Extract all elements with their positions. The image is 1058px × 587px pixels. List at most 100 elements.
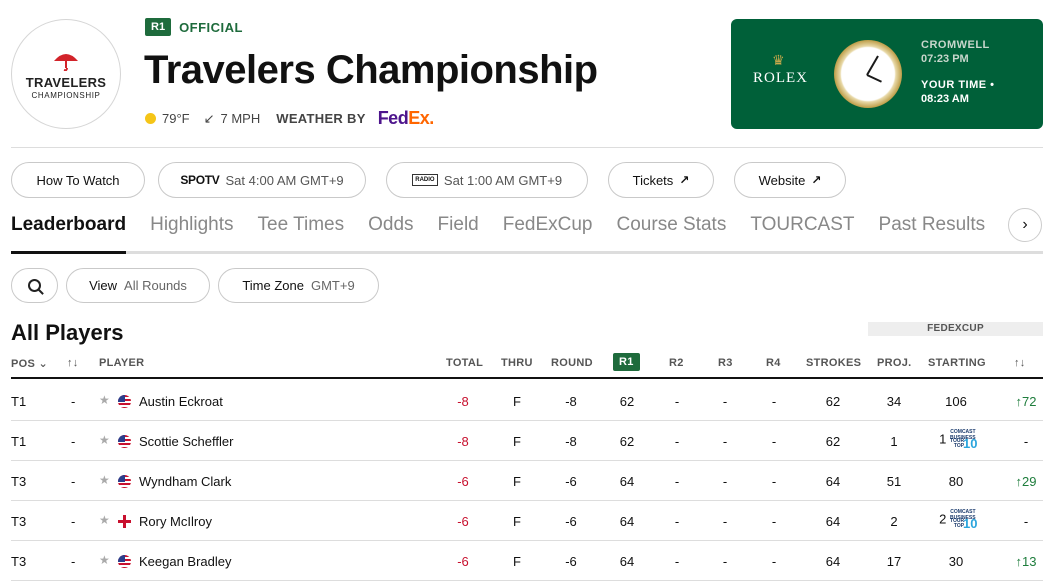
col-r4[interactable]: R4: [766, 357, 781, 369]
status-label: OFFICIAL: [179, 19, 243, 35]
r3-score: -: [722, 394, 728, 409]
fedexcup-projected: 1: [890, 434, 898, 449]
col-strokes: STROKES: [806, 357, 862, 369]
position: T3: [11, 474, 27, 489]
your-time: 08:23 AM: [921, 93, 969, 105]
fedexcup-starting: 80: [948, 474, 964, 489]
umbrella-icon: [54, 53, 78, 71]
website-button[interactable]: Website ↗: [734, 162, 846, 198]
total-score: -6: [457, 474, 469, 489]
r4-score: -: [771, 394, 777, 409]
favorite-star-icon[interactable]: ★: [99, 393, 110, 407]
fedexcup-change: ↑29: [1015, 474, 1037, 489]
fedexcup-starting: 2 COMCAST BUSINESS TOUR TOP 10: [939, 509, 978, 531]
favorite-star-icon[interactable]: ★: [99, 513, 110, 527]
col-r1[interactable]: R1: [613, 353, 640, 371]
event-logo: TRAVELERS CHAMPIONSHIP: [11, 19, 121, 129]
radio-time: Sat 1:00 AM GMT+9: [443, 172, 563, 188]
tab-leaderboard[interactable]: Leaderboard: [11, 206, 127, 254]
tab-tourcast[interactable]: TOURCAST: [750, 206, 854, 254]
table-row[interactable]: T3 - ★ Rory McIlroy -6 F -6 64 - - - 64 …: [11, 501, 1043, 541]
your-time-label: YOUR TIME •: [921, 79, 995, 91]
tv-network-icon: SPOTV: [180, 173, 220, 187]
total-score: -6: [457, 514, 469, 529]
position-move: -: [71, 514, 76, 529]
fedexcup-change: -: [1023, 434, 1029, 449]
r4-score: -: [771, 474, 777, 489]
view-filter-value: All Rounds: [124, 278, 187, 293]
rolex-brand: ROLEX: [753, 70, 808, 86]
tab-field[interactable]: Field: [438, 206, 479, 254]
thru: F: [513, 554, 521, 569]
us-flag-icon: [118, 394, 131, 409]
fedexcup-projected: 17: [886, 554, 902, 569]
r2-score: -: [674, 394, 680, 409]
player-name[interactable]: Wyndham Clark: [139, 474, 231, 489]
position-move: -: [71, 394, 76, 409]
r2-score: -: [674, 554, 680, 569]
player-name[interactable]: Rory McIlroy: [139, 514, 212, 529]
local-city: CROMWELL: [921, 39, 990, 51]
fedexcup-starting: 1 COMCAST BUSINESS TOUR TOP 10: [939, 429, 978, 451]
position-move: -: [71, 434, 76, 449]
fedexcup-change: ↑72: [1015, 394, 1037, 409]
table-row[interactable]: T1 - ★ Austin Eckroat -8 F -8 62 - - - 6…: [11, 381, 1043, 421]
r3-score: -: [722, 554, 728, 569]
tickets-label: Tickets: [632, 172, 674, 188]
player-name[interactable]: Keegan Bradley: [139, 554, 232, 569]
table-row[interactable]: T3 - ★ Wyndham Clark -6 F -6 64 - - - 64…: [11, 461, 1043, 501]
sort-icon[interactable]: ↑↓: [1014, 357, 1026, 369]
col-r2[interactable]: R2: [669, 357, 684, 369]
tab-course-stats[interactable]: Course Stats: [617, 206, 727, 254]
comcast-top10-icon: COMCAST BUSINESS TOUR TOP 10: [950, 429, 978, 451]
tab-past-results[interactable]: Past Results: [879, 206, 986, 254]
table-row[interactable]: T3 - ★ Keegan Bradley -6 F -6 64 - - - 6…: [11, 541, 1043, 581]
page-title: Travelers Championship: [144, 48, 598, 92]
strokes: 62: [825, 394, 841, 409]
table-row[interactable]: T1 - ★ Scottie Scheffler -8 F -8 62 - - …: [11, 421, 1043, 461]
tab-fedexcup[interactable]: FedExCup: [503, 206, 593, 254]
sort-icon[interactable]: ↑↓: [67, 357, 79, 369]
view-filter-label: View: [89, 278, 118, 293]
radio-icon: RADIO: [411, 174, 438, 186]
thru: F: [513, 514, 521, 529]
r1-score: 64: [619, 554, 635, 569]
divider: [11, 147, 1043, 148]
favorite-star-icon[interactable]: ★: [99, 433, 110, 447]
search-button[interactable]: [11, 268, 58, 303]
col-player: PLAYER: [99, 357, 145, 369]
player-name[interactable]: Scottie Scheffler: [139, 434, 233, 449]
player-name[interactable]: Austin Eckroat: [139, 394, 223, 409]
thru: F: [513, 394, 521, 409]
strokes: 62: [825, 434, 841, 449]
thru: F: [513, 434, 521, 449]
col-pos[interactable]: POS ⌄: [11, 357, 48, 370]
local-time: 07:23 PM: [921, 53, 969, 65]
view-filter[interactable]: View All Rounds: [66, 268, 210, 303]
chevron-down-icon: ⌄: [38, 358, 49, 370]
favorite-star-icon[interactable]: ★: [99, 473, 110, 487]
strokes: 64: [825, 514, 841, 529]
radio-schedule-button[interactable]: RADIO Sat 1:00 AM GMT+9: [386, 162, 588, 198]
timezone-filter[interactable]: Time Zone GMT+9: [218, 268, 379, 303]
thru: F: [513, 474, 521, 489]
tab-odds[interactable]: Odds: [368, 206, 413, 254]
timezone-filter-value: GMT+9: [310, 278, 355, 293]
favorite-star-icon[interactable]: ★: [99, 553, 110, 567]
strokes: 64: [825, 474, 841, 489]
tv-schedule-button[interactable]: SPOTV Sat 4:00 AM GMT+9: [158, 162, 366, 198]
tickets-button[interactable]: Tickets ↗: [608, 162, 714, 198]
round-badge: R1: [145, 18, 172, 36]
tab-highlights[interactable]: Highlights: [150, 206, 233, 254]
fedexcup-change: ↑13: [1015, 554, 1037, 569]
website-label: Website: [758, 172, 806, 188]
comcast-top10-icon: COMCAST BUSINESS TOUR TOP 10: [950, 509, 978, 531]
crown-icon: ♛: [772, 52, 785, 68]
r4-score: -: [771, 434, 777, 449]
fedex-logo[interactable]: FedEx.: [378, 108, 435, 129]
how-to-watch-button[interactable]: How To Watch: [11, 162, 145, 198]
tab-tee-times[interactable]: Tee Times: [258, 206, 345, 254]
col-r3[interactable]: R3: [718, 357, 733, 369]
tabs-next-button[interactable]: ›: [1008, 208, 1042, 242]
total-score: -8: [457, 434, 469, 449]
